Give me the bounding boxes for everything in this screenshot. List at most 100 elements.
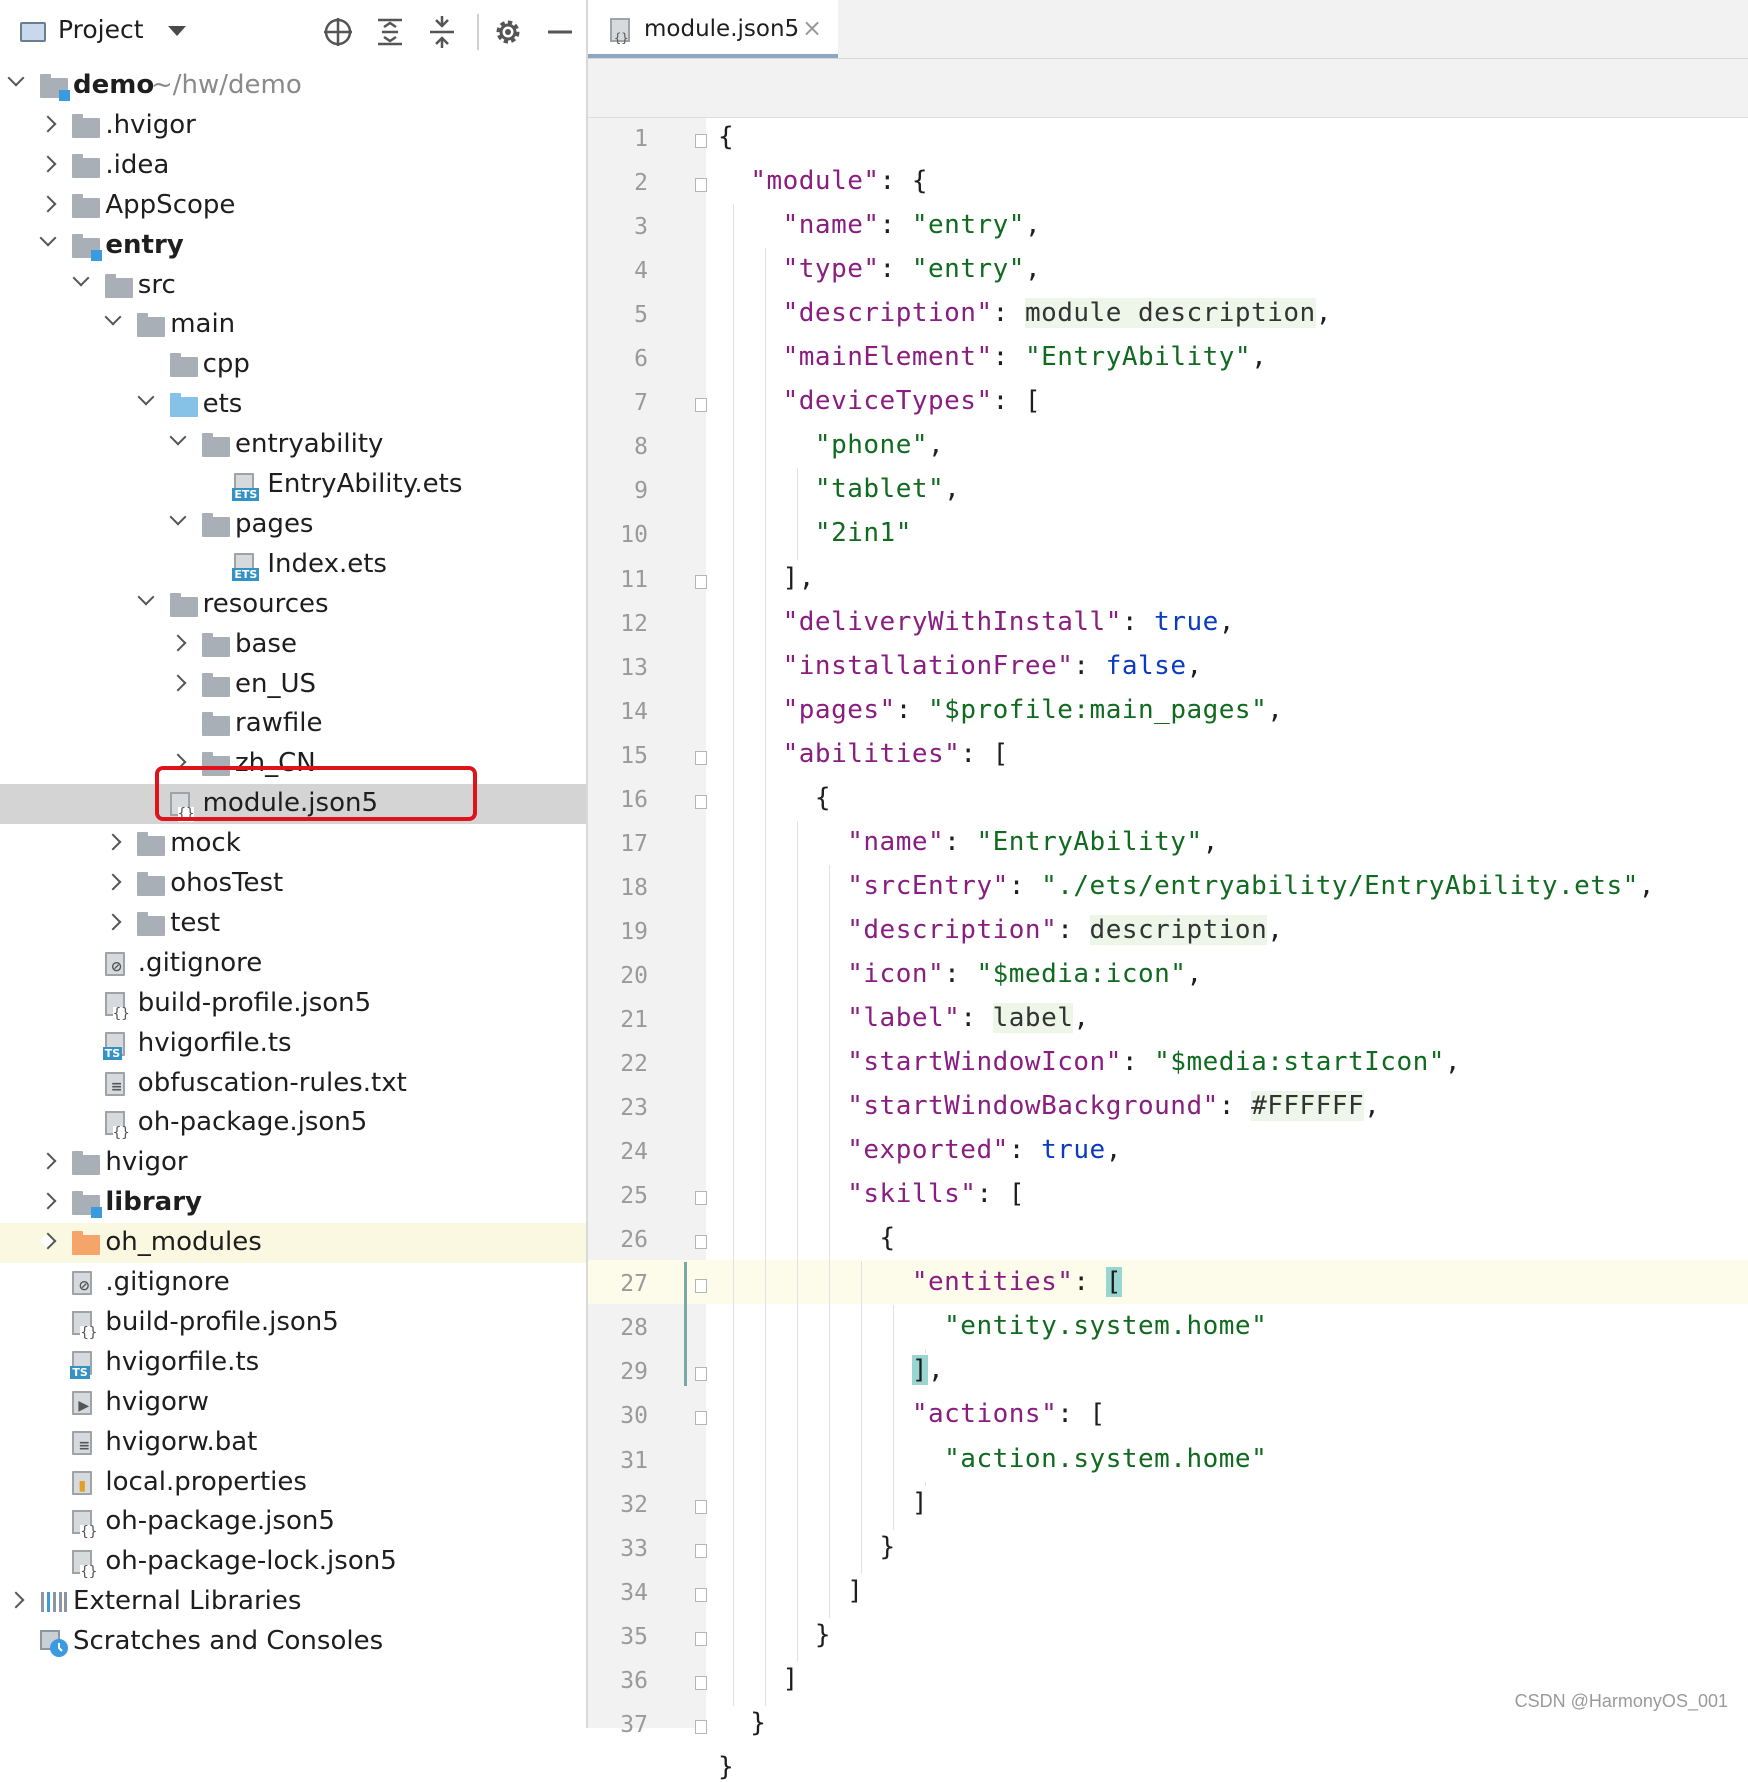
code-line[interactable]: "startWindowBackground": #FFFFFF,	[718, 1091, 1380, 1122]
chevron-down-icon[interactable]	[137, 388, 155, 406]
code-line[interactable]: "name": "entry",	[718, 210, 1041, 240]
fold-marker-icon[interactable]	[695, 398, 707, 413]
tree-item[interactable]: ⊘ .gitignore	[0, 1263, 586, 1303]
tree-item[interactable]: ETS Index.ets	[0, 545, 586, 585]
minimize-icon[interactable]	[542, 14, 578, 50]
tree-item[interactable]: ⊘ .gitignore	[0, 944, 586, 984]
chevron-right-icon[interactable]	[39, 1232, 57, 1250]
tree-item[interactable]: ≡ obfuscation-rules.txt	[0, 1064, 586, 1104]
code-line[interactable]: "action.system.home"	[718, 1444, 1267, 1474]
fold-marker-icon[interactable]	[695, 1279, 707, 1294]
tree-item[interactable]: resources	[0, 585, 586, 625]
fold-marker-icon[interactable]	[695, 178, 707, 193]
code-line[interactable]: "name": "EntryAbility",	[718, 827, 1219, 857]
tab-module-json5[interactable]: {} module.json5 ×	[588, 0, 838, 58]
chevron-down-icon[interactable]	[72, 269, 90, 286]
collapse-all-icon[interactable]	[424, 14, 460, 50]
code-line[interactable]: "deliveryWithInstall": true,	[718, 607, 1235, 637]
tree-item[interactable]: en_US	[0, 665, 586, 705]
tree-item[interactable]: ets	[0, 385, 586, 425]
code-line[interactable]: "phone",	[718, 430, 944, 460]
tree-item[interactable]: ohosTest	[0, 864, 586, 904]
code-line[interactable]: "pages": "$profile:main_pages",	[718, 695, 1283, 725]
code-line[interactable]: {	[718, 122, 734, 152]
code-line[interactable]: "actions": [	[718, 1399, 1106, 1429]
tree-item[interactable]: {} build-profile.json5	[0, 1303, 586, 1343]
code-line[interactable]: ]	[718, 1664, 799, 1694]
tree-item[interactable]: .hvigor	[0, 106, 586, 146]
code-line[interactable]: {	[718, 783, 831, 813]
tree-item[interactable]: {} oh-package.json5	[0, 1103, 586, 1143]
fold-marker-icon[interactable]	[695, 1631, 707, 1646]
code-line[interactable]: "installationFree": false,	[718, 651, 1203, 681]
code-line[interactable]: "exported": true,	[718, 1135, 1122, 1165]
close-icon[interactable]: ×	[802, 14, 822, 42]
tree-item[interactable]: ▶ hvigorw	[0, 1383, 586, 1423]
chevron-right-icon[interactable]	[104, 913, 122, 931]
fold-marker-icon[interactable]	[695, 1543, 707, 1558]
fold-marker-icon[interactable]	[695, 750, 707, 765]
tree-item[interactable]: entry	[0, 226, 586, 266]
tree-item[interactable]: ≡ hvigorw.bat	[0, 1423, 586, 1463]
tree-item[interactable]: AppScope	[0, 186, 586, 226]
tree-item[interactable]: mock	[0, 824, 586, 864]
chevron-right-icon[interactable]	[169, 634, 187, 652]
code-line[interactable]: ]	[718, 1488, 928, 1518]
tree-item[interactable]: ETS EntryAbility.ets	[0, 465, 586, 505]
code-line[interactable]: "icon": "$media:icon",	[718, 959, 1203, 989]
chevron-down-icon[interactable]	[168, 26, 186, 36]
fold-marker-icon[interactable]	[695, 1675, 707, 1690]
chevron-right-icon[interactable]	[169, 674, 187, 691]
chevron-down-icon[interactable]	[104, 308, 122, 326]
chevron-down-icon[interactable]	[39, 229, 57, 247]
fold-marker-icon[interactable]	[695, 1367, 707, 1382]
code-line[interactable]: "label": label,	[718, 1003, 1090, 1033]
code-line[interactable]: }	[718, 1708, 766, 1738]
code-line[interactable]: "description": description,	[718, 914, 1283, 945]
gear-icon[interactable]	[490, 14, 526, 50]
code-line[interactable]: "abilities": [	[718, 739, 1009, 769]
code-line[interactable]: }	[718, 1752, 734, 1782]
chevron-right-icon[interactable]	[39, 195, 57, 213]
tree-item[interactable]: External Libraries	[0, 1582, 586, 1622]
chevron-right-icon[interactable]	[104, 833, 122, 851]
tree-item[interactable]: hvigor	[0, 1143, 586, 1183]
fold-marker-icon[interactable]	[695, 1235, 707, 1250]
chevron-down-icon[interactable]	[7, 69, 25, 87]
tree-item[interactable]: base	[0, 625, 586, 665]
code-line[interactable]: }	[718, 1620, 831, 1650]
fold-marker-icon[interactable]	[695, 134, 707, 148]
tree-item[interactable]: src	[0, 266, 586, 306]
fold-marker-icon[interactable]	[695, 1499, 707, 1514]
code-line[interactable]: "mainElement": "EntryAbility",	[718, 342, 1267, 372]
fold-marker-icon[interactable]	[695, 574, 707, 589]
chevron-right-icon[interactable]	[39, 155, 57, 173]
tree-item[interactable]: entryability	[0, 425, 586, 465]
locate-icon[interactable]	[320, 14, 356, 50]
tree-item[interactable]: {} oh-package.json5	[0, 1502, 586, 1542]
fold-marker-icon[interactable]	[695, 1587, 707, 1602]
project-view-label[interactable]: Project	[58, 15, 144, 44]
code-line[interactable]: "entity.system.home"	[718, 1311, 1267, 1341]
code-line[interactable]: "2in1"	[718, 518, 912, 548]
chevron-right-icon[interactable]	[39, 1192, 57, 1210]
code-line[interactable]: "srcEntry": "./ets/entryability/EntryAbi…	[718, 871, 1655, 901]
fold-marker-icon[interactable]	[695, 794, 707, 809]
tree-item[interactable]: main	[0, 305, 586, 345]
vcs-change-marker[interactable]	[684, 1262, 687, 1386]
code-line[interactable]: }	[718, 1532, 896, 1562]
code-line[interactable]: ]	[718, 1576, 863, 1606]
tree-item[interactable]: {} oh-package-lock.json5	[0, 1542, 586, 1582]
code-line[interactable]: {	[718, 1223, 896, 1253]
tree-item[interactable]: test	[0, 904, 586, 944]
expand-all-icon[interactable]	[372, 14, 408, 50]
code-line[interactable]: "deviceTypes": [	[718, 386, 1041, 416]
chevron-right-icon[interactable]	[39, 115, 57, 133]
chevron-right-icon[interactable]	[7, 1591, 25, 1609]
tree-item[interactable]: TS hvigorfile.ts	[0, 1343, 586, 1383]
code-line[interactable]: ],	[718, 1355, 944, 1386]
tree-item[interactable]: Scratches and Consoles	[0, 1622, 586, 1662]
tree-item[interactable]: .idea	[0, 146, 586, 186]
tree-item[interactable]: demo ~/hw/demo	[0, 66, 586, 106]
chevron-down-icon[interactable]	[169, 508, 187, 526]
